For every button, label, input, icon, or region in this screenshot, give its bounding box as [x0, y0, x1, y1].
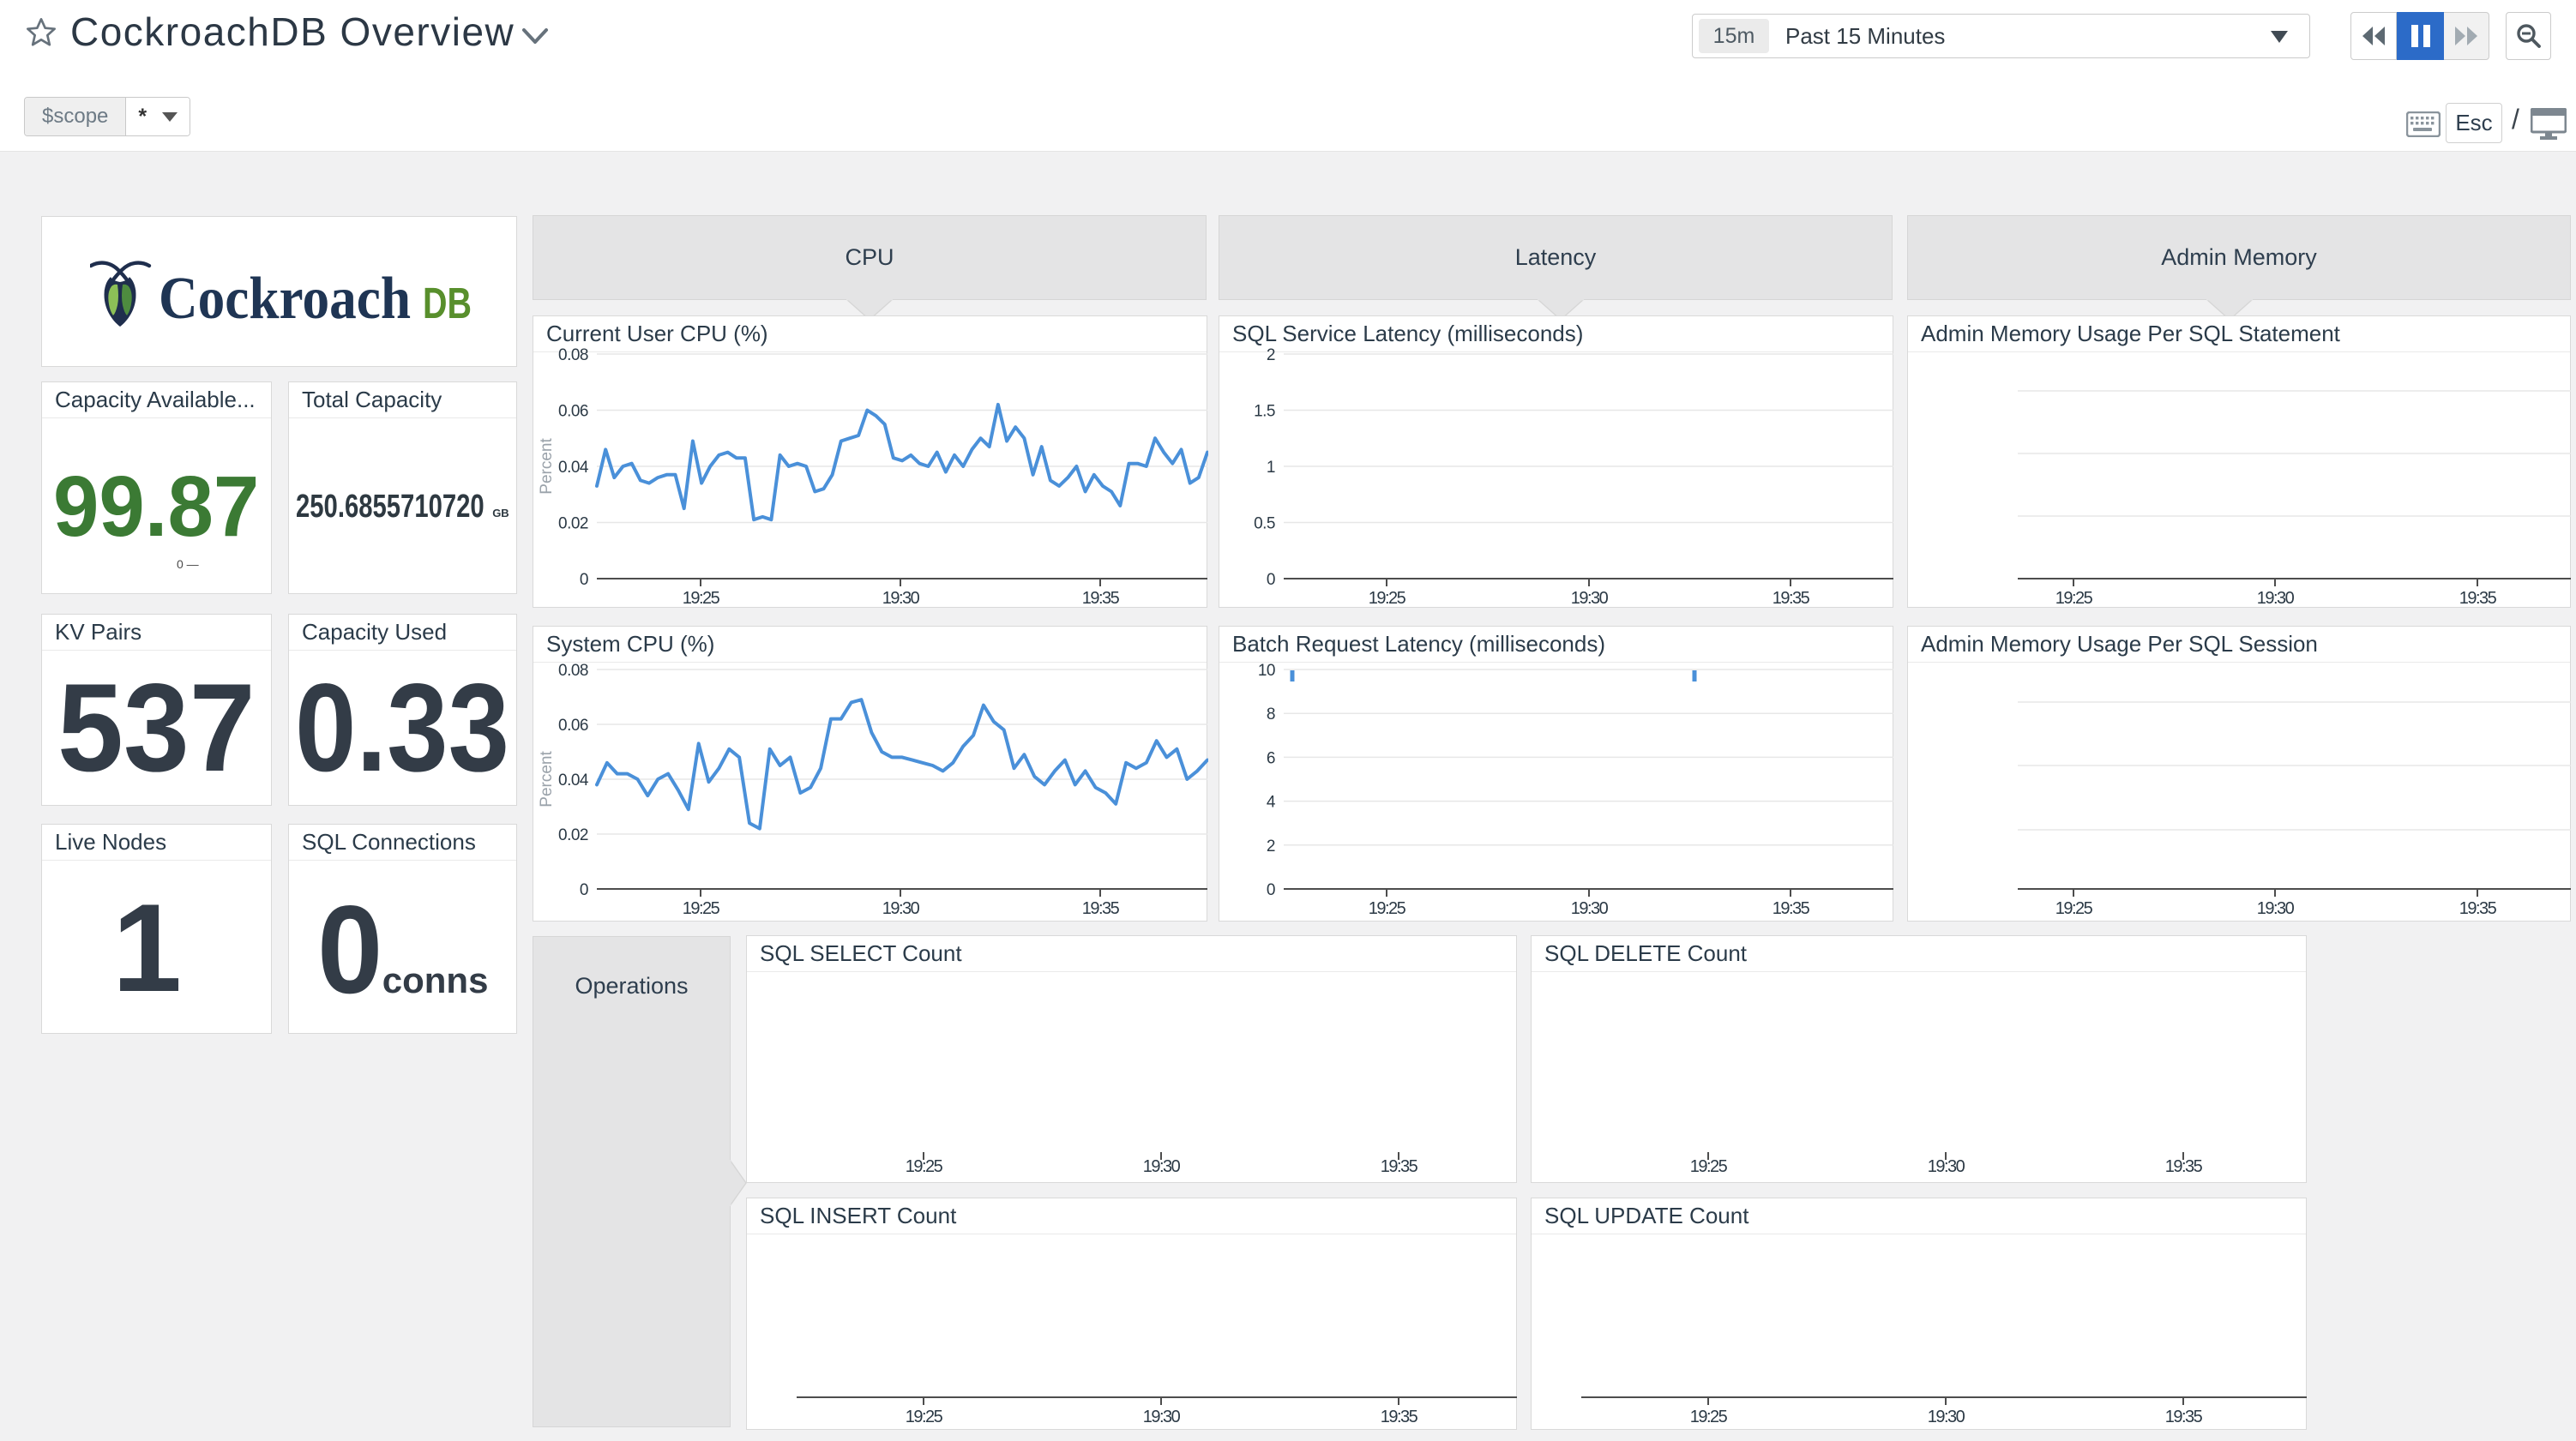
svg-text:19:35: 19:35 — [2459, 899, 2497, 918]
svg-text:2: 2 — [1267, 346, 1275, 364]
svg-text:19:30: 19:30 — [882, 899, 920, 918]
svg-text:0.06: 0.06 — [558, 717, 588, 735]
svg-text:19:25: 19:25 — [906, 1408, 943, 1426]
svg-text:19:25: 19:25 — [1369, 899, 1406, 918]
svg-text:1.5: 1.5 — [1254, 403, 1275, 421]
svg-text:19:35: 19:35 — [1381, 1408, 1418, 1426]
svg-text:0.02: 0.02 — [558, 515, 588, 533]
svg-text:Percent: Percent — [538, 751, 556, 808]
svg-text:19:35: 19:35 — [1773, 899, 1810, 918]
svg-text:19:25: 19:25 — [1690, 1157, 1728, 1176]
svg-text:19:25: 19:25 — [906, 1157, 943, 1176]
svg-text:19:30: 19:30 — [1143, 1157, 1181, 1176]
svg-text:0: 0 — [580, 571, 588, 589]
svg-text:Percent: Percent — [538, 438, 556, 495]
svg-text:0.06: 0.06 — [558, 403, 588, 421]
svg-text:19:30: 19:30 — [1143, 1408, 1181, 1426]
svg-text:4: 4 — [1267, 794, 1276, 812]
svg-text:19:25: 19:25 — [2055, 899, 2093, 918]
svg-text:0: 0 — [1267, 881, 1275, 899]
svg-text:0.08: 0.08 — [558, 662, 588, 680]
svg-text:19:25: 19:25 — [683, 899, 720, 918]
svg-text:0: 0 — [1267, 571, 1275, 589]
svg-text:0: 0 — [580, 881, 588, 899]
svg-text:19:30: 19:30 — [1928, 1408, 1965, 1426]
svg-text:19:25: 19:25 — [1369, 589, 1406, 608]
svg-text:6: 6 — [1267, 749, 1275, 767]
svg-text:19:35: 19:35 — [2165, 1157, 2203, 1176]
svg-text:19:35: 19:35 — [1082, 589, 1120, 608]
svg-text:19:30: 19:30 — [1571, 589, 1609, 608]
svg-text:0.02: 0.02 — [558, 826, 588, 844]
svg-text:19:30: 19:30 — [882, 589, 920, 608]
svg-text:0.08: 0.08 — [558, 346, 588, 364]
svg-text:1: 1 — [1267, 459, 1275, 477]
svg-text:19:25: 19:25 — [2055, 589, 2093, 608]
svg-text:DB: DB — [423, 279, 472, 327]
svg-text:19:30: 19:30 — [2257, 899, 2295, 918]
svg-text:10: 10 — [1258, 662, 1275, 680]
svg-text:19:25: 19:25 — [1690, 1408, 1728, 1426]
svg-text:8: 8 — [1267, 705, 1275, 724]
svg-text:19:30: 19:30 — [1571, 899, 1609, 918]
svg-text:19:25: 19:25 — [683, 589, 720, 608]
svg-text:0.5: 0.5 — [1254, 515, 1275, 533]
svg-text:19:30: 19:30 — [2257, 589, 2295, 608]
svg-text:19:35: 19:35 — [1381, 1157, 1418, 1176]
svg-text:2: 2 — [1267, 838, 1275, 856]
svg-text:0.04: 0.04 — [558, 772, 589, 790]
svg-text:Cockroach: Cockroach — [159, 266, 411, 330]
svg-text:0.04: 0.04 — [558, 459, 589, 477]
svg-text:19:30: 19:30 — [1928, 1157, 1965, 1176]
svg-text:19:35: 19:35 — [2165, 1408, 2203, 1426]
svg-text:19:35: 19:35 — [1773, 589, 1810, 608]
svg-text:19:35: 19:35 — [2459, 589, 2497, 608]
svg-text:19:35: 19:35 — [1082, 899, 1120, 918]
